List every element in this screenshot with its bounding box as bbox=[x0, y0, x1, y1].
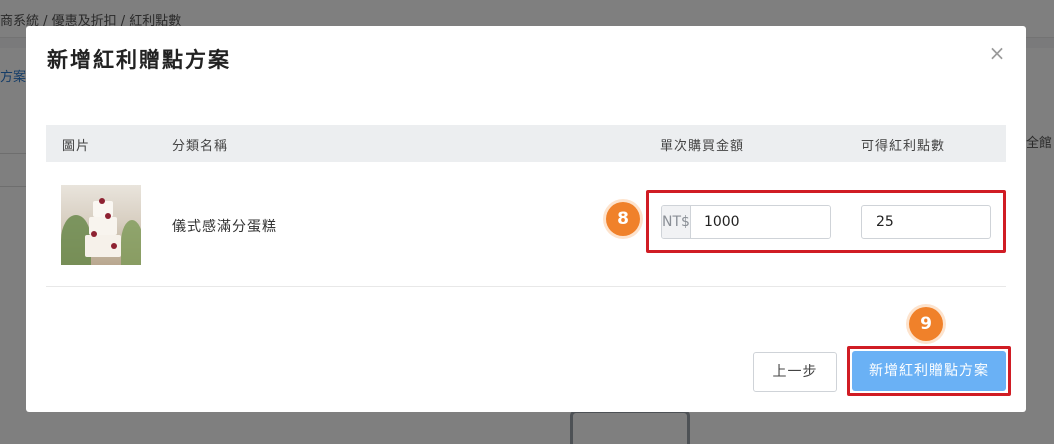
header-image: 圖片 bbox=[62, 139, 91, 154]
row-divider bbox=[46, 286, 1006, 287]
step-badge-8: 8 bbox=[606, 202, 640, 236]
highlight-inputs bbox=[646, 190, 1006, 253]
close-icon[interactable]: × bbox=[986, 42, 1008, 64]
header-bonus-points: 可得紅利點數 bbox=[861, 139, 946, 154]
header-purchase-amount: 單次購買金額 bbox=[660, 139, 745, 154]
highlight-submit bbox=[847, 346, 1011, 396]
previous-step-button[interactable]: 上一步 bbox=[753, 352, 837, 392]
category-name: 儀式感滿分蛋糕 bbox=[172, 219, 277, 235]
leaf-shape bbox=[121, 220, 141, 265]
step-badge-9: 9 bbox=[909, 307, 943, 341]
header-category-name: 分類名稱 bbox=[172, 139, 229, 154]
cake-photo bbox=[61, 185, 141, 265]
berry bbox=[111, 243, 117, 249]
modal-title: 新增紅利贈點方案 bbox=[47, 48, 231, 72]
berry bbox=[91, 231, 97, 237]
berry bbox=[105, 213, 111, 219]
add-bonus-plan-modal: 新增紅利贈點方案 × 圖片 分類名稱 單次購買金額 可得紅利點數 儀式感滿分蛋糕… bbox=[26, 26, 1026, 412]
berry bbox=[99, 198, 105, 204]
table-header: 圖片 分類名稱 單次購買金額 可得紅利點數 bbox=[46, 125, 1006, 162]
